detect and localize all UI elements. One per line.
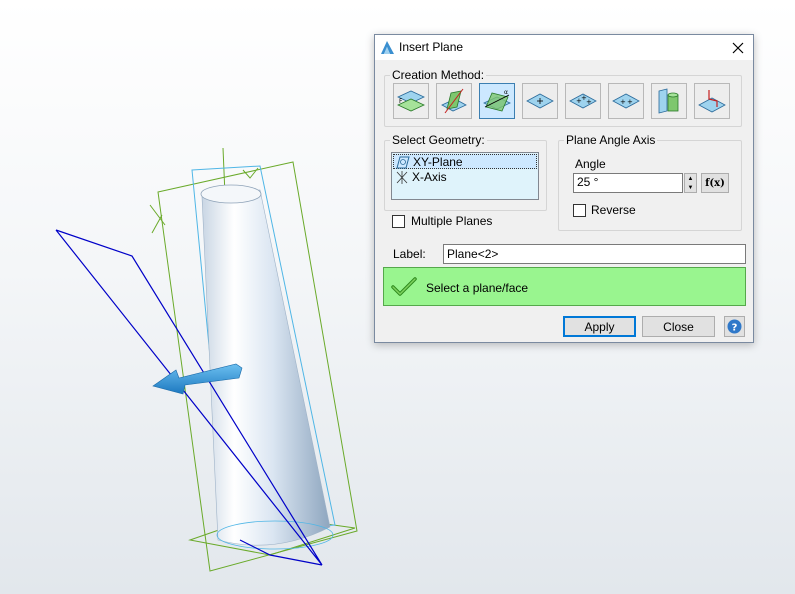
method-curve-normal-button[interactable]: [694, 83, 730, 119]
plane-offset-icon: F: [397, 90, 425, 112]
svg-text:+: +: [627, 98, 633, 106]
svg-text:+: +: [586, 98, 592, 106]
multiple-planes-checkbox[interactable]: [392, 215, 405, 228]
angle-input[interactable]: 25 °: [573, 173, 683, 193]
method-through-edge-button[interactable]: [436, 83, 472, 119]
method-three-points-button[interactable]: + + +: [565, 83, 601, 119]
plane-geometry-icon: [396, 156, 410, 169]
svg-text:+: +: [620, 98, 626, 106]
svg-text:F: F: [399, 98, 403, 105]
method-offset-button[interactable]: F: [393, 83, 429, 119]
select-geometry-label: Select Geometry:: [390, 133, 487, 147]
dialog-title: Insert Plane: [399, 40, 464, 54]
close-icon[interactable]: [723, 35, 753, 60]
reverse-checkbox[interactable]: [573, 204, 586, 217]
method-point-button[interactable]: [522, 83, 558, 119]
list-item-label: X-Axis: [412, 170, 447, 184]
close-button[interactable]: Close: [642, 316, 715, 337]
spin-up-icon[interactable]: ▲: [685, 174, 696, 183]
angle-label: Angle: [575, 157, 606, 171]
plane-tangent-cylinder-icon: [658, 88, 679, 114]
cylinder-body: [200, 184, 334, 550]
plane-three-points-icon: + + +: [569, 93, 597, 109]
axis-geometry-icon: [396, 171, 408, 184]
formula-button[interactable]: f(x): [701, 173, 729, 193]
plane-point-normal-icon: + +: [612, 93, 640, 109]
label-field-label: Label:: [393, 247, 426, 261]
plane-point-icon: [526, 93, 554, 109]
list-item[interactable]: X-Axis: [393, 170, 537, 185]
method-at-angle-button[interactable]: α: [479, 83, 515, 119]
apply-button[interactable]: Apply: [563, 316, 636, 337]
list-item-label: XY-Plane: [413, 155, 463, 169]
app-logo-icon: [381, 41, 394, 54]
insert-plane-dialog: Insert Plane Creation Method: F α + + + …: [374, 34, 754, 343]
angle-spinner[interactable]: ▲ ▼: [684, 173, 697, 193]
help-icon: ?: [727, 319, 742, 334]
spin-down-icon[interactable]: ▼: [685, 183, 696, 192]
status-message-bar: Select a plane/face: [383, 267, 746, 306]
method-point-normal-button[interactable]: + +: [608, 83, 644, 119]
help-button[interactable]: ?: [724, 316, 745, 337]
status-message: Select a plane/face: [426, 281, 529, 295]
creation-method-label: Creation Method:: [390, 68, 487, 82]
label-input[interactable]: Plane<2>: [443, 244, 746, 264]
plane-through-edge-icon: [441, 88, 467, 114]
geometry-list[interactable]: XY-Plane X-Axis: [391, 152, 539, 200]
list-item[interactable]: XY-Plane: [393, 154, 537, 169]
method-tangent-cylinder-button[interactable]: [651, 83, 687, 119]
plane-at-angle-icon: α: [483, 89, 511, 112]
checkmark-icon: [391, 277, 417, 296]
dialog-titlebar[interactable]: Insert Plane: [375, 35, 753, 60]
svg-text:?: ?: [732, 323, 738, 334]
plane-curve-normal-icon: [698, 90, 726, 113]
reverse-label: Reverse: [591, 203, 636, 217]
plane-angle-axis-label: Plane Angle Axis: [564, 133, 658, 147]
svg-text:α: α: [504, 89, 508, 96]
multiple-planes-label: Multiple Planes: [411, 214, 493, 228]
